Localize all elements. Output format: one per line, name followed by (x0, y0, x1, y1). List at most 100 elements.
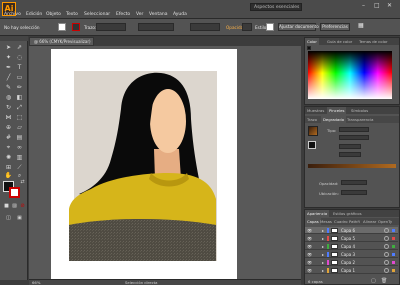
menu-ventana[interactable]: Ventana (149, 12, 167, 17)
tab-appearance[interactable]: Apariencia (305, 210, 330, 217)
visibility-eye-icon[interactable]: 👁 (307, 228, 312, 233)
menu-edicion[interactable]: Edición (26, 12, 42, 17)
shape-builder-tool-icon[interactable]: ⊕ (4, 124, 13, 132)
layer-name[interactable]: Capa 2 (341, 259, 355, 266)
magic-wand-tool-icon[interactable]: ✦ (4, 54, 13, 62)
delete-layer-icon[interactable]: 🗑 (381, 278, 387, 284)
layer-row[interactable]: 👁 ▸ Capa 4 (305, 243, 398, 250)
layer-name[interactable]: Capa 4 (341, 243, 355, 250)
gradient-angle-field[interactable] (339, 144, 361, 149)
tab-stroke[interactable]: Trazo (305, 116, 319, 123)
layer-name[interactable]: Capa 6 (341, 227, 355, 234)
visibility-eye-icon[interactable]: 👁 (307, 252, 312, 257)
direct-selection-tool-icon[interactable]: ⇗ (15, 44, 24, 52)
layer-target-icon[interactable] (384, 236, 389, 241)
minimize-icon[interactable]: – (362, 2, 365, 9)
layer-row[interactable]: 👁 ▸ Capa 2 (305, 259, 398, 266)
eyedropper-tool-icon[interactable]: ⌖ (4, 144, 13, 152)
tab-swatches[interactable]: Muestras (305, 107, 326, 114)
arrange-documents-icon[interactable]: ▦ (358, 22, 364, 29)
blob-brush-tool-icon[interactable]: ◍ (4, 94, 13, 102)
menu-seleccionar[interactable]: Seleccionar (84, 12, 110, 17)
pen-tool-icon[interactable]: ✒ (4, 64, 13, 72)
brush-select[interactable] (190, 23, 220, 31)
layer-target-icon[interactable] (384, 260, 389, 265)
tab-gradient[interactable]: Degradado (321, 116, 347, 123)
artboard[interactable] (51, 49, 237, 279)
tab-color[interactable]: Color (305, 38, 319, 45)
line-tool-icon[interactable]: ╱ (4, 74, 13, 82)
perspective-grid-tool-icon[interactable]: ▱ (15, 124, 24, 132)
layer-selection-indicator[interactable] (392, 237, 395, 240)
layer-selection-indicator[interactable] (392, 253, 395, 256)
expand-arrow-icon[interactable]: ▸ (322, 236, 324, 241)
layer-selection-indicator[interactable] (392, 229, 395, 232)
layer-selection-indicator[interactable] (392, 269, 395, 272)
slice-tool-icon[interactable]: ⟋ (15, 164, 24, 172)
eraser-tool-icon[interactable]: ◧ (15, 94, 24, 102)
selection-tool-icon[interactable]: ➤ (4, 44, 13, 52)
layer-row[interactable]: 👁 ▸ Capa 5 (305, 235, 398, 242)
gradient-stroke-select[interactable] (339, 135, 369, 140)
symbol-sprayer-tool-icon[interactable]: ✺ (4, 154, 13, 162)
layer-target-icon[interactable] (384, 252, 389, 257)
stroke-weight-field[interactable] (96, 23, 126, 31)
close-icon[interactable]: ✕ (387, 2, 392, 9)
variable-width-select[interactable] (138, 23, 174, 31)
expand-arrow-icon[interactable]: ▸ (322, 252, 324, 257)
menu-archivo[interactable]: Archivo (4, 12, 21, 17)
layer-row[interactable]: 👁 ▸ Capa 3 (305, 251, 398, 258)
workspace-switcher[interactable]: Aspectos esenciales (250, 3, 302, 11)
gradient-location-field[interactable] (341, 190, 367, 195)
menu-texto[interactable]: Texto (66, 12, 78, 17)
tab-pathfinder[interactable]: Pathfi (347, 218, 362, 225)
tab-color-guide[interactable]: Guía de color (325, 38, 354, 45)
none-mode-icon[interactable]: ⊘ (18, 202, 27, 210)
document-setup-button[interactable]: Ajustar documento (278, 23, 319, 31)
canvas-area[interactable] (29, 46, 301, 279)
blend-tool-icon[interactable]: ∞ (15, 144, 24, 152)
layer-target-icon[interactable] (384, 228, 389, 233)
layer-selection-indicator[interactable] (392, 245, 395, 248)
preferences-button[interactable]: Preferencias (320, 23, 350, 31)
new-layer-icon[interactable]: ▢ (371, 278, 376, 284)
tab-symbols[interactable]: Símbolos (349, 107, 370, 114)
graphic-style-swatch[interactable] (266, 23, 274, 31)
maximize-icon[interactable]: □ (374, 2, 380, 9)
gradient-aspect-field[interactable] (339, 152, 361, 157)
menu-efecto[interactable]: Efecto (116, 12, 130, 17)
tab-opentype[interactable]: OpenTy (376, 218, 394, 225)
free-transform-tool-icon[interactable]: ⬚ (15, 114, 24, 122)
tools-panel-grip[interactable] (0, 36, 28, 41)
menu-ver[interactable]: Ver (136, 12, 143, 17)
expand-arrow-icon[interactable]: ▸ (322, 268, 324, 273)
gradient-opacity-field[interactable] (341, 180, 367, 185)
visibility-eye-icon[interactable]: 👁 (307, 236, 312, 241)
draw-normal-icon[interactable]: ◫ (4, 214, 13, 222)
zoom-level[interactable]: 66% (32, 280, 40, 285)
visibility-eye-icon[interactable]: 👁 (307, 268, 312, 273)
gradient-fill-swatch[interactable] (308, 141, 316, 149)
layer-row[interactable]: 👁 ▸ Capa 6 (305, 227, 398, 234)
artboard-tool-icon[interactable]: ⊞ (4, 164, 13, 172)
panel-fill-indicator[interactable] (307, 46, 311, 50)
opacity-field[interactable] (242, 23, 252, 31)
paintbrush-tool-icon[interactable]: ✎ (4, 84, 13, 92)
layer-selection-indicator[interactable] (392, 261, 395, 264)
tab-color-themes[interactable]: Temas de color (357, 38, 390, 45)
gradient-type-select[interactable] (339, 127, 369, 132)
gradient-slider[interactable] (308, 164, 396, 168)
hand-tool-icon[interactable]: ✋ (4, 172, 13, 180)
mesh-tool-icon[interactable]: # (4, 134, 13, 142)
visibility-eye-icon[interactable]: 👁 (307, 260, 312, 265)
layer-target-icon[interactable] (384, 244, 389, 249)
swap-fill-stroke-icon[interactable]: ⇄ (18, 178, 27, 186)
expand-arrow-icon[interactable]: ▸ (322, 260, 324, 265)
visibility-eye-icon[interactable]: 👁 (307, 244, 312, 249)
layer-name[interactable]: Capa 3 (341, 251, 355, 258)
layer-name[interactable]: Capa 5 (341, 235, 355, 242)
gradient-thumbnail[interactable] (308, 126, 318, 136)
fill-color-swatch[interactable] (58, 23, 66, 31)
gradient-tool-icon[interactable]: ▤ (15, 134, 24, 142)
scale-tool-icon[interactable]: ⤢ (15, 104, 24, 112)
